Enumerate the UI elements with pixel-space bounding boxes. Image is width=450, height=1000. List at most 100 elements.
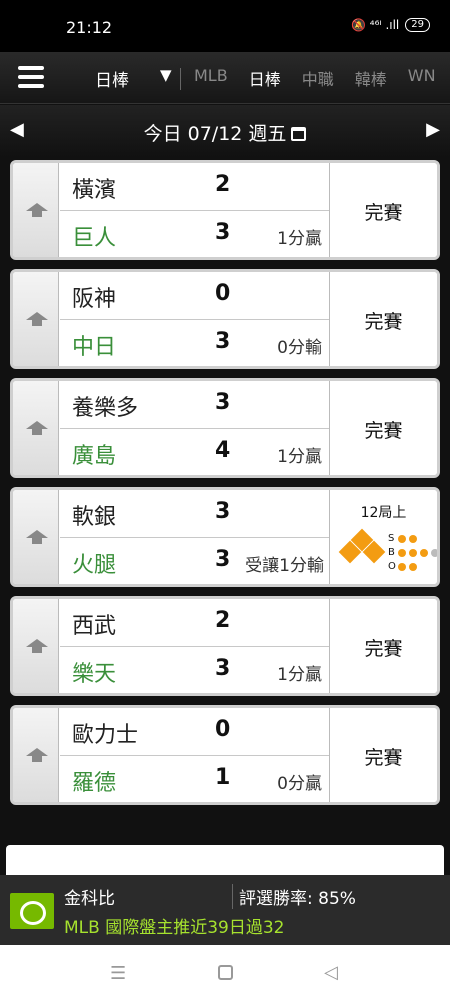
expand-button[interactable]	[13, 599, 59, 693]
back-icon[interactable]: ◁	[324, 962, 338, 983]
home-team-row: 中日 3 0分輸	[60, 319, 330, 366]
nav-divider	[180, 68, 181, 90]
strike-label: S	[388, 533, 395, 544]
spread-result: 0分輸	[277, 338, 322, 358]
status-bar: 21:12 🔕 ⁴⁶ᴵ .ıll 29	[0, 0, 450, 52]
expand-button[interactable]	[13, 490, 59, 584]
home-team-name: 廣島	[72, 444, 117, 469]
home-team-score: 4	[215, 438, 231, 463]
away-team-name: 橫濱	[72, 178, 117, 203]
recent-apps-icon[interactable]: ☰	[110, 963, 126, 984]
game-status: 完賽	[364, 638, 403, 660]
home-team-score: 3	[215, 656, 231, 681]
home-team-row: 巨人 3 1分贏	[60, 210, 330, 257]
ad-win-rate: 評選勝率: 85%	[232, 884, 356, 909]
away-team-score: 3	[215, 499, 231, 524]
spread-result: 受讓1分輸	[245, 556, 324, 576]
away-team-row: 歐力士 0	[60, 708, 330, 755]
status-cell: 完賽	[329, 381, 437, 475]
count-dot	[431, 549, 437, 557]
home-team-row: 樂天 3 1分贏	[60, 646, 330, 693]
system-nav-bar: ☰ ◁	[0, 945, 450, 1000]
status-cell: 完賽	[329, 272, 437, 366]
home-icon[interactable]	[218, 965, 233, 980]
status-icons: 🔕 ⁴⁶ᴵ .ıll 29	[351, 18, 430, 32]
date-display[interactable]: 今日 07/12 週五	[0, 119, 450, 146]
away-team-name: 養樂多	[72, 396, 139, 421]
count-dot	[409, 549, 417, 557]
home-team-score: 3	[215, 329, 231, 354]
next-day-icon[interactable]: ▶	[426, 119, 440, 140]
game-status: 完賽	[364, 747, 403, 769]
expand-button[interactable]	[13, 163, 59, 257]
expand-button[interactable]	[13, 381, 59, 475]
game-card[interactable]: 西武 2 樂天 3 1分贏 完賽	[10, 596, 440, 696]
home-team-row: 羅德 1 0分贏	[60, 755, 330, 802]
game-status: 完賽	[364, 202, 403, 224]
status-cell: 12局上 S B O	[329, 490, 437, 584]
top-nav: 日棒 ▼ MLB 日棒 中職 韓棒 WN	[0, 52, 450, 104]
away-team-score: 0	[215, 717, 231, 742]
game-card[interactable]: 歐力士 0 羅德 1 0分贏 完賽	[10, 705, 440, 805]
expand-button[interactable]	[13, 708, 59, 802]
away-team-row: 西武 2	[60, 599, 330, 646]
home-team-score: 1	[215, 765, 231, 790]
tab-league[interactable]: 中職	[302, 66, 334, 90]
count-dot	[409, 563, 417, 571]
home-team-name: 中日	[72, 335, 117, 360]
away-team-score: 3	[215, 390, 231, 415]
signal-icons: 🔕 ⁴⁶ᴵ .ıll	[351, 18, 400, 32]
spread-result: 1分贏	[277, 447, 322, 467]
status-time: 21:12	[66, 18, 113, 37]
status-cell: 完賽	[329, 599, 437, 693]
menu-icon[interactable]	[18, 66, 44, 88]
home-team-name: 羅德	[72, 771, 117, 796]
calendar-icon[interactable]	[291, 127, 307, 141]
home-team-name: 巨人	[72, 226, 117, 251]
status-cell: 完賽	[329, 163, 437, 257]
home-team-name: 火腿	[72, 553, 117, 578]
home-team-score: 3	[215, 547, 231, 572]
date-bar: ◀ 今日 07/12 週五 ▶	[0, 105, 450, 157]
nvidia-logo-icon	[10, 893, 54, 929]
away-team-row: 軟銀 3	[60, 490, 330, 537]
spread-result: 0分贏	[277, 774, 322, 794]
away-team-row: 阪神 0	[60, 272, 330, 319]
tab-league[interactable]: 日棒	[249, 66, 281, 90]
away-team-score: 2	[215, 608, 231, 633]
league-tabs: MLB 日棒 中職 韓棒 WN	[194, 66, 450, 90]
tab-league[interactable]: MLB	[194, 66, 228, 90]
status-cell: 完賽	[329, 708, 437, 802]
game-card[interactable]: 阪神 0 中日 3 0分輸 完賽	[10, 269, 440, 369]
away-team-score: 0	[215, 281, 231, 306]
away-team-row: 橫濱 2	[60, 163, 330, 210]
away-team-name: 阪神	[72, 287, 117, 312]
home-team-name: 樂天	[72, 662, 117, 687]
ball-label: B	[388, 547, 395, 558]
ad-banner[interactable]: 金科比 評選勝率: 85% MLB 國際盤主推近39日過32	[0, 875, 450, 945]
count-display: SBO	[388, 532, 437, 574]
date-label: 今日 07/12 週五	[143, 123, 287, 145]
league-selector[interactable]: 日棒	[95, 66, 129, 91]
game-card[interactable]: 軟銀 3 火腿 3 受讓1分輸 12局上 S B O	[10, 487, 440, 587]
dropdown-arrow-icon[interactable]: ▼	[160, 66, 172, 84]
away-team-name: 軟銀	[72, 505, 117, 530]
away-team-score: 2	[215, 172, 231, 197]
away-team-name: 西武	[72, 614, 117, 639]
away-team-name: 歐力士	[72, 723, 139, 748]
games-list: 橫濱 2 巨人 3 1分贏 完賽 阪神 0 中日 3 0分輸 完賽 養樂多 3 廣島 4 1分贏 完賽 軟銀 3 火腿 3…	[0, 157, 450, 847]
tab-league[interactable]: 韓棒	[355, 66, 387, 90]
count-dot	[409, 535, 417, 543]
count-dot	[398, 563, 406, 571]
game-card[interactable]: 橫濱 2 巨人 3 1分贏 完賽	[10, 160, 440, 260]
ad-text: MLB 國際盤主推近39日過32	[64, 918, 285, 938]
tab-league[interactable]: WN	[408, 66, 436, 90]
home-team-row: 廣島 4 1分贏	[60, 428, 330, 475]
out-label: O	[388, 561, 396, 572]
expand-button[interactable]	[13, 272, 59, 366]
count-dot	[398, 535, 406, 543]
away-team-row: 養樂多 3	[60, 381, 330, 428]
count-dot	[420, 549, 428, 557]
spread-result: 1分贏	[277, 665, 322, 685]
game-card[interactable]: 養樂多 3 廣島 4 1分贏 完賽	[10, 378, 440, 478]
